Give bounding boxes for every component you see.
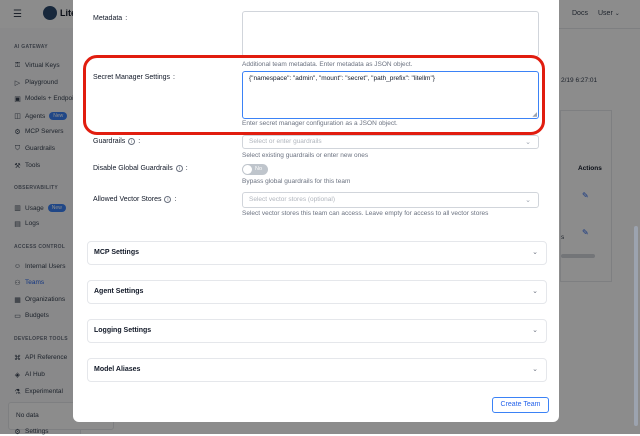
field-label: Allowed Vector Stores: [93, 196, 162, 203]
guardrails-select[interactable]: Select or enter guardrails ⌄: [242, 135, 539, 149]
vector-stores-placeholder: Select vector stores (optional): [249, 196, 335, 203]
chevron-down-icon: ⌄: [525, 197, 531, 204]
vector-stores-help: Select vector stores this team can acces…: [242, 210, 489, 217]
highlight-annotation: [83, 55, 545, 135]
disable-global-help: Bypass global guardrails for this team: [242, 178, 351, 185]
info-icon[interactable]: i: [164, 196, 172, 203]
accordion-model-aliases[interactable]: Model Aliases ⌄: [87, 358, 547, 382]
vector-stores-select[interactable]: Select vector stores (optional) ⌄: [242, 192, 539, 208]
toggle-knob: [243, 165, 252, 174]
vector-stores-label: Allowed Vector Stores i:: [93, 196, 176, 203]
chevron-down-icon: ⌄: [532, 288, 538, 295]
accordion-title: Logging Settings: [94, 327, 152, 334]
chevron-down-icon: ⌄: [532, 249, 538, 256]
info-icon[interactable]: i: [128, 138, 136, 145]
create-team-button[interactable]: Create Team: [492, 397, 549, 413]
metadata-input[interactable]: [242, 11, 539, 57]
colon: :: [185, 165, 188, 172]
accordion-title: Agent Settings: [94, 288, 144, 295]
field-label: Guardrails: [93, 138, 126, 145]
chevron-down-icon: ⌄: [525, 139, 531, 146]
metadata-label: Metadata:: [93, 15, 127, 22]
accordion-mcp-settings[interactable]: MCP Settings ⌄: [87, 241, 547, 265]
accordion-title: Model Aliases: [94, 366, 141, 373]
chevron-down-icon: ⌄: [532, 327, 538, 334]
info-icon[interactable]: i: [175, 165, 183, 172]
field-label: Disable Global Guardrails: [93, 165, 173, 172]
guardrails-help: Select existing guardrails or enter new …: [242, 152, 369, 159]
colon: :: [138, 138, 141, 145]
field-label: Metadata: [93, 15, 123, 22]
guardrails-placeholder: Select or enter guardrails: [249, 138, 322, 145]
guardrails-label: Guardrails i:: [93, 138, 140, 145]
disable-global-toggle[interactable]: No: [242, 164, 268, 175]
accordion-agent-settings[interactable]: Agent Settings ⌄: [87, 280, 547, 304]
colon: :: [174, 196, 177, 203]
toggle-label: No: [255, 166, 263, 172]
accordion-logging-settings[interactable]: Logging Settings ⌄: [87, 319, 547, 343]
accordion-title: MCP Settings: [94, 249, 139, 256]
colon: :: [125, 15, 128, 22]
disable-global-guardrails-label: Disable Global Guardrails i:: [93, 165, 188, 172]
chevron-down-icon: ⌄: [532, 366, 538, 373]
page-scrollbar[interactable]: [634, 226, 638, 426]
